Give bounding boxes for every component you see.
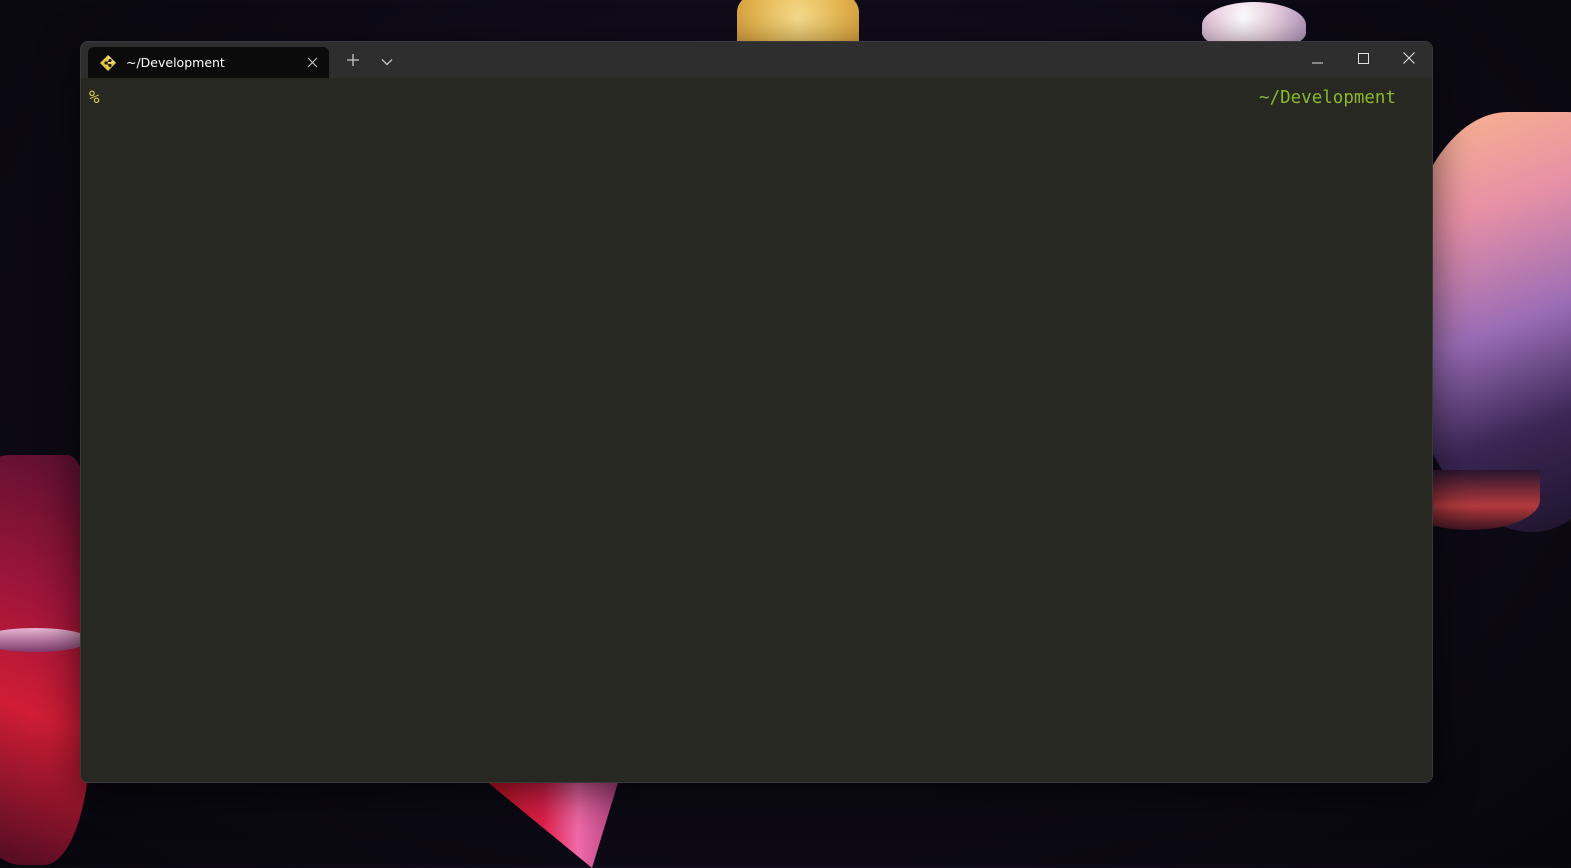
maximize-icon [1357, 51, 1369, 69]
wallpaper-shape-sun [737, 0, 859, 42]
terminal-window: ~/Development % ~/Development [80, 41, 1433, 783]
terminal-pane[interactable]: % ~/Development [81, 78, 1432, 782]
tab-close-icon[interactable] [305, 55, 319, 69]
git-diamond-icon [99, 54, 117, 72]
profile-dropdown-button[interactable] [375, 51, 399, 73]
right-prompt-path: ~/Development [1259, 88, 1396, 108]
tab-development[interactable]: ~/Development [88, 47, 329, 78]
prompt-symbol: % [89, 88, 100, 108]
title-bar[interactable]: ~/Development [81, 42, 1432, 78]
close-button[interactable] [1386, 42, 1432, 78]
close-icon [1403, 51, 1415, 69]
tab-title: ~/Development [126, 55, 225, 70]
chevron-down-icon [381, 53, 393, 71]
new-tab-button[interactable] [341, 51, 365, 73]
minimize-button[interactable] [1294, 42, 1340, 78]
maximize-button[interactable] [1340, 42, 1386, 78]
plus-icon [346, 53, 360, 72]
minimize-icon [1311, 51, 1323, 69]
wallpaper-shape-left [0, 455, 90, 865]
wallpaper-shape-bottom [480, 776, 620, 868]
